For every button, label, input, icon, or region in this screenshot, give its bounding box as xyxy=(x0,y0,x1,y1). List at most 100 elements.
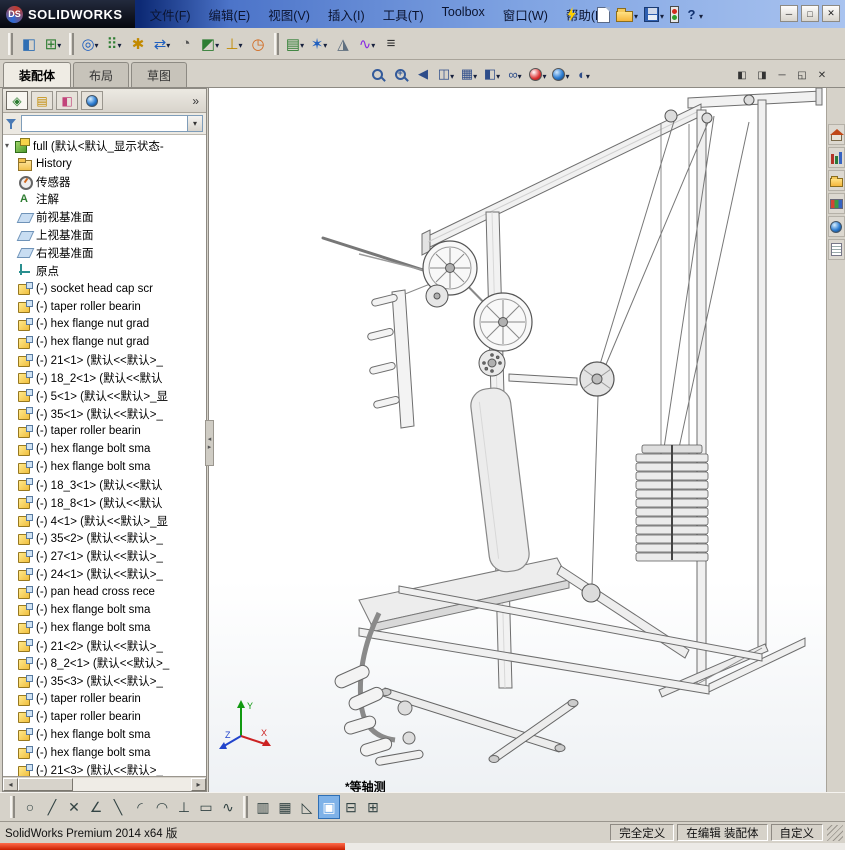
sketch-circle-button[interactable]: ○ xyxy=(19,795,41,819)
tree-item[interactable]: 原点 xyxy=(5,262,206,280)
snap-options-button[interactable]: ▦ xyxy=(274,795,296,819)
draft-quality-button[interactable]: ◺ xyxy=(296,795,318,819)
menu-window[interactable]: 窗口(W) xyxy=(494,2,557,27)
exploded-view-button[interactable]: ✶ xyxy=(307,31,331,57)
tree-item[interactable]: (-) 4<1> (默认<<默认>_显 xyxy=(5,512,206,530)
tree-item[interactable]: (-) hex flange bolt sma xyxy=(5,458,206,476)
spoked-wheels[interactable] xyxy=(422,240,533,377)
tree-item[interactable]: (-) hex flange bolt sma xyxy=(5,601,206,619)
sketch-fillet-button[interactable]: ∠ xyxy=(85,795,107,819)
linear-component-pattern-button[interactable]: ⠿ xyxy=(102,31,126,57)
tree-item[interactable]: (-) hex flange nut grad xyxy=(5,315,206,333)
bill-of-materials-button[interactable]: ▤ xyxy=(283,31,307,57)
menu-insert[interactable]: 插入(I) xyxy=(319,2,374,27)
back-pad[interactable] xyxy=(469,386,531,574)
update-holders-button[interactable]: ≡ xyxy=(379,31,403,57)
show-hidden-components-button[interactable]: ◔ xyxy=(174,31,198,57)
frame-columns[interactable] xyxy=(658,99,806,698)
menu-view[interactable]: 视图(V) xyxy=(259,2,319,27)
file-explorer-tab[interactable] xyxy=(827,170,845,191)
tree-filter-input[interactable] xyxy=(22,116,187,131)
appearances-scenes-tab[interactable] xyxy=(827,216,845,237)
zoom-to-fit-button[interactable] xyxy=(368,64,386,84)
tree-item[interactable]: (-) 21<3> (默认<<默认>_ xyxy=(5,762,206,776)
smart-fasteners-button[interactable]: ✱ xyxy=(126,31,150,57)
tree-item[interactable]: (-) pan head cross rece xyxy=(5,583,206,601)
trim-entities-button[interactable]: ✕ xyxy=(63,795,85,819)
tree-item[interactable]: (-) 21<2> (默认<<默认>_ xyxy=(5,637,206,655)
scrollbar-thumb[interactable] xyxy=(18,777,73,791)
move-component-button[interactable]: ⇄ xyxy=(150,31,174,57)
tree-item[interactable]: (-) taper roller bearin xyxy=(5,690,206,708)
tree-root-item[interactable]: full (默认<默认_显示状态- xyxy=(5,137,206,155)
tree-item[interactable]: (-) 35<3> (默认<<默认>_ xyxy=(5,672,206,690)
featuremanager-tab[interactable]: ◈ xyxy=(6,91,28,110)
grid-settings-button[interactable]: ▥ xyxy=(252,795,274,819)
scroll-right-button[interactable]: ▸ xyxy=(191,777,206,791)
display-style-button[interactable]: ◧ xyxy=(483,64,501,84)
menu-edit[interactable]: 编辑(E) xyxy=(200,2,260,27)
tree-item[interactable]: (-) taper roller bearin xyxy=(5,708,206,726)
panel-splitter[interactable] xyxy=(205,420,214,466)
tree-item[interactable]: (-) 18_3<1> (默认<<默认 xyxy=(5,476,206,494)
centerline-button[interactable]: ╲ xyxy=(107,795,129,819)
viewport-four-button[interactable]: ⊞ xyxy=(362,795,384,819)
tree-item[interactable]: (-) hex flange bolt sma xyxy=(5,726,206,744)
curves-button[interactable]: ∿ xyxy=(355,31,379,57)
corner-rectangle-button[interactable]: ▭ xyxy=(195,795,217,819)
open-document-button[interactable] xyxy=(615,5,639,25)
tree-item[interactable]: 上视基准面 xyxy=(5,226,206,244)
scroll-left-button[interactable]: ◂ xyxy=(3,777,18,791)
tree-item[interactable]: (-) 18_2<1> (默认<<默认 xyxy=(5,369,206,387)
close-button[interactable]: ✕ xyxy=(822,5,840,22)
edit-component-button[interactable]: ◧ xyxy=(17,31,41,57)
new-document-button[interactable] xyxy=(596,6,611,24)
viewport-two-button[interactable]: ⊟ xyxy=(340,795,362,819)
centerpoint-arc-button[interactable]: ◜ xyxy=(129,795,151,819)
toolbar-grip[interactable] xyxy=(10,796,15,818)
doc-minimize-button[interactable]: ─ xyxy=(775,68,789,82)
tree-item[interactable]: (-) 35<2> (默认<<默认>_ xyxy=(5,530,206,548)
assembly-features-button[interactable]: ◩ xyxy=(198,31,222,57)
tree-item[interactable]: (-) 35<1> (默认<<默认>_ xyxy=(5,405,206,423)
design-library-tab[interactable] xyxy=(827,147,845,168)
tab-assembly[interactable]: 装配体 xyxy=(3,62,72,87)
tree-item[interactable]: 注解 xyxy=(5,191,206,209)
tree-item[interactable]: (-) 21<1> (默认<<默认>_ xyxy=(5,351,206,369)
graphics-viewport[interactable]: Y X Z *等轴测 xyxy=(208,88,826,792)
save-button[interactable] xyxy=(643,5,665,25)
reference-geometry-button[interactable]: ⊥ xyxy=(222,31,246,57)
spline-button[interactable]: ∿ xyxy=(217,795,239,819)
tree-item[interactable]: (-) 8_2<1> (默认<<默认>_ xyxy=(5,654,206,672)
expander-icon[interactable] xyxy=(5,141,14,150)
tree-item[interactable]: 右视基准面 xyxy=(5,244,206,262)
menu-tools[interactable]: 工具(T) xyxy=(374,2,433,27)
tree-item[interactable]: (-) 5<1> (默认<<默认>_显 xyxy=(5,387,206,405)
previous-view-button[interactable]: ◀ xyxy=(414,64,432,84)
section-view-button[interactable]: ◫ xyxy=(437,64,455,84)
apply-scene-button[interactable] xyxy=(552,64,570,84)
model-3d[interactable] xyxy=(209,88,826,792)
tree-item[interactable]: (-) 24<1> (默认<<默认>_ xyxy=(5,565,206,583)
tree-item[interactable]: (-) taper roller bearin xyxy=(5,423,206,441)
displaymanager-tab[interactable] xyxy=(81,91,103,110)
configurationmanager-tab[interactable]: ◧ xyxy=(56,91,78,110)
tab-sketch[interactable]: 草图 xyxy=(131,62,188,87)
tangent-arc-button[interactable]: ◠ xyxy=(151,795,173,819)
tree-item[interactable]: 传感器 xyxy=(5,173,206,191)
minimize-button[interactable]: ─ xyxy=(780,5,798,22)
toolbar-grip[interactable] xyxy=(274,32,279,55)
solidworks-resources-tab[interactable] xyxy=(827,124,845,145)
viewport-single-button[interactable]: ▣ xyxy=(318,795,340,819)
tree-item[interactable]: 前视基准面 xyxy=(5,208,206,226)
tree-horizontal-scrollbar[interactable]: ◂ ▸ xyxy=(3,776,206,791)
menu-file[interactable]: 文件(F) xyxy=(141,2,200,27)
custom-properties-tab[interactable] xyxy=(827,239,845,260)
resize-grip[interactable] xyxy=(827,824,843,841)
add-relation-button[interactable]: ⊥ xyxy=(173,795,195,819)
filter-dropdown-button[interactable]: ▾ xyxy=(187,116,202,131)
tree-item[interactable]: (-) socket head cap scr xyxy=(5,280,206,298)
toolbar-grip[interactable] xyxy=(243,796,248,818)
help-button[interactable]: ? xyxy=(684,5,704,25)
propertymanager-tab[interactable]: ▤ xyxy=(31,91,53,110)
